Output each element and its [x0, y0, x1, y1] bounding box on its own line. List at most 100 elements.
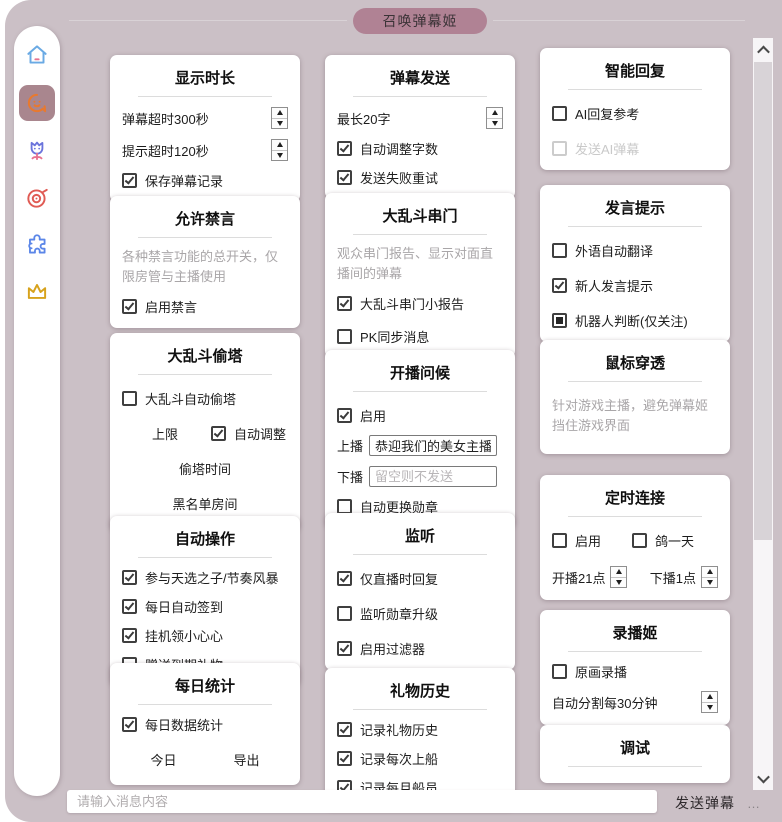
- save-record-checkbox[interactable]: [122, 173, 137, 188]
- filter-label: 启用过滤器: [360, 642, 426, 657]
- pk-sync-label: PK同步消息: [360, 330, 430, 346]
- raw-record-checkbox[interactable]: [552, 664, 567, 679]
- end-hour-label: 下播1点: [649, 570, 696, 586]
- scroll-down-button[interactable]: [753, 768, 773, 788]
- robot-judge-label: 机器人判断(仅关注): [575, 314, 688, 329]
- retry-checkbox[interactable]: [337, 170, 352, 185]
- message-input[interactable]: [67, 790, 657, 813]
- timer-enable-checkbox[interactable]: [552, 533, 567, 548]
- card-tower-steal: 大乱斗偷塔 大乱斗自动偷塔 上限 自动调整 偷塔时间 黑名单房间: [110, 333, 300, 531]
- summon-danmaku-button[interactable]: 召唤弹幕姬: [353, 8, 487, 34]
- card-mouse-through: 鼠标穿透 针对游戏主播，避免弹幕姬挡住游戏界面: [540, 340, 730, 455]
- divider: [353, 709, 487, 710]
- resize-grip[interactable]: …: [747, 796, 761, 811]
- newbie-hint-checkbox[interactable]: [552, 278, 567, 293]
- sidebar-item-vip[interactable]: [20, 275, 54, 309]
- greeting-enable-checkbox[interactable]: [337, 408, 352, 423]
- live-only-label: 仅直播时回复: [360, 572, 439, 587]
- danmaku-timeout-stepper[interactable]: [271, 107, 288, 129]
- lottery-checkbox[interactable]: [122, 570, 137, 585]
- medal-upgrade-checkbox[interactable]: [337, 606, 352, 621]
- card-title: 显示时长: [174, 70, 235, 87]
- sidebar-item-flower[interactable]: [20, 134, 54, 168]
- live-only-checkbox[interactable]: [337, 571, 352, 586]
- newbie-hint-label: 新人发言提示: [575, 279, 654, 294]
- auto-tower-checkbox[interactable]: [122, 391, 137, 406]
- card-title: 开播问候: [389, 365, 450, 382]
- send-danmaku-button[interactable]: 发送弹幕: [675, 793, 735, 813]
- auto-split-stepper[interactable]: [701, 691, 718, 713]
- puzzle-icon: [24, 232, 50, 258]
- card-title: 每日统计: [174, 678, 235, 695]
- timer-enable-label: 启用: [575, 534, 602, 549]
- auto-medal-checkbox[interactable]: [337, 499, 352, 514]
- divider: [138, 96, 272, 97]
- tower-blacklist-label: 黑名单房间: [172, 497, 238, 512]
- divider: [138, 704, 272, 705]
- sidebar-item-record[interactable]: [20, 181, 54, 215]
- offline-message-input[interactable]: [369, 466, 498, 487]
- enable-mute-label: 启用禁言: [145, 300, 198, 316]
- card-display-duration: 显示时长 弹幕超时300秒 提示超时120秒 保存弹幕记录: [110, 55, 300, 202]
- daily-sign-checkbox[interactable]: [122, 599, 137, 614]
- record-board-checkbox[interactable]: [337, 751, 352, 766]
- scroll-up-button[interactable]: [753, 40, 773, 60]
- ai-send-checkbox: [552, 141, 567, 156]
- record-gift-label: 记录礼物历史: [360, 723, 439, 738]
- idle-hearts-label: 挂机领小心心: [145, 629, 224, 644]
- top-divider-right: [493, 20, 745, 21]
- card-daily-stats: 每日统计 每日数据统计 今日 导出: [110, 663, 300, 785]
- export-button[interactable]: 导出: [233, 750, 259, 769]
- auto-translate-checkbox[interactable]: [552, 243, 567, 258]
- start-hour-stepper[interactable]: [610, 566, 628, 588]
- top-divider-left: [69, 20, 347, 21]
- tower-auto-adjust-checkbox[interactable]: [210, 426, 226, 441]
- today-button[interactable]: 今日: [150, 750, 176, 769]
- record-gift-checkbox[interactable]: [337, 722, 352, 737]
- card-gift-history: 礼物历史 记录礼物历史 记录每次上船 记录每月船员: [325, 668, 515, 809]
- filter-checkbox[interactable]: [337, 641, 352, 656]
- chevron-up-icon: [756, 45, 770, 58]
- start-hour-label: 开播21点: [552, 570, 606, 586]
- mouse-description: 针对游戏主播，避免弹幕姬挡住游戏界面: [552, 398, 709, 434]
- card-debug: 调试: [540, 725, 730, 783]
- visit-report-label: 大乱斗串门小报告: [360, 297, 465, 313]
- sidebar-item-plugins[interactable]: [20, 228, 54, 262]
- robot-judge-checkbox[interactable]: [552, 313, 567, 328]
- daily-sign-label: 每日自动签到: [145, 600, 224, 615]
- divider: [353, 554, 487, 555]
- max-length-stepper[interactable]: [486, 107, 503, 129]
- card-title: 智能回复: [604, 63, 665, 80]
- record-board-label: 记录每次上船: [360, 752, 439, 767]
- flower-icon: [24, 138, 50, 164]
- danmaku-timeout-label: 弹幕超时300秒: [122, 111, 209, 127]
- sidebar-item-danmaku[interactable]: [19, 85, 55, 121]
- retry-label: 发送失败重试: [360, 171, 439, 186]
- skip-day-checkbox[interactable]: [631, 533, 647, 548]
- idle-hearts-checkbox[interactable]: [122, 628, 137, 643]
- card-title: 定时连接: [604, 490, 665, 507]
- card-title: 鼠标穿透: [604, 355, 665, 372]
- daily-stats-checkbox[interactable]: [122, 717, 137, 732]
- card-title: 弹幕发送: [389, 70, 450, 87]
- scrollbar-thumb[interactable]: [754, 62, 772, 540]
- card-timer-connect: 定时连接 启用 鸽一天 开播21点 下播1点: [540, 475, 730, 600]
- end-hour-stepper[interactable]: [701, 566, 718, 588]
- online-message-input[interactable]: [369, 435, 498, 456]
- enable-mute-checkbox[interactable]: [122, 299, 137, 315]
- auto-adjust-count-checkbox[interactable]: [337, 141, 352, 156]
- card-speech-hint: 发言提示 外语自动翻译 新人发言提示 机器人判断(仅关注): [540, 185, 730, 342]
- ai-ref-checkbox[interactable]: [552, 106, 567, 121]
- card-title: 大乱斗串门: [382, 208, 458, 225]
- pk-sync-checkbox[interactable]: [337, 329, 352, 345]
- card-title: 调试: [619, 740, 650, 757]
- card-title: 允许禁言: [174, 211, 235, 228]
- vertical-scrollbar[interactable]: [753, 38, 773, 790]
- divider: [138, 237, 272, 238]
- card-listen: 监听 仅直播时回复 监听勋章升级 启用过滤器: [325, 513, 515, 670]
- visit-report-checkbox[interactable]: [337, 296, 352, 312]
- card-auto-ops: 自动操作 参与天选之子/节奏风暴 每日自动签到 挂机领小心心 赠送到期礼物: [110, 516, 300, 686]
- max-length-label: 最长20字: [337, 111, 391, 127]
- hint-timeout-stepper[interactable]: [271, 139, 288, 161]
- sidebar-item-home[interactable]: [20, 38, 54, 72]
